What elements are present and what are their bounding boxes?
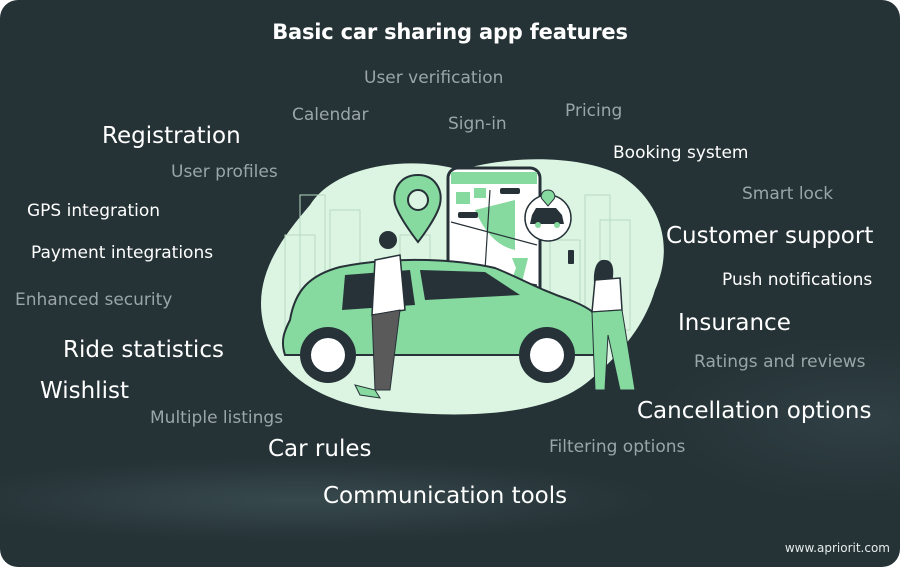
feature-cancellation-options: Cancellation options	[637, 398, 872, 424]
feature-wishlist: Wishlist	[40, 378, 129, 404]
car-sharing-illustration	[261, 159, 664, 415]
feature-smart-lock: Smart lock	[742, 184, 834, 204]
website-link[interactable]: www.apriorit.com	[785, 541, 890, 555]
feature-ratings-and-reviews: Ratings and reviews	[694, 352, 866, 372]
infographic-title: Basic car sharing app features	[272, 20, 628, 44]
feature-calendar: Calendar	[292, 105, 369, 125]
feature-gps-integration: GPS integration	[27, 201, 161, 221]
feature-registration: Registration	[102, 123, 241, 149]
infographic-card: Basic car sharing app features User veri…	[0, 0, 900, 567]
feature-multiple-listings: Multiple listings	[150, 408, 284, 428]
feature-user-verification: User verification	[364, 68, 504, 88]
feature-customer-support: Customer support	[666, 223, 874, 249]
feature-ride-statistics: Ride statistics	[63, 337, 224, 363]
feature-car-rules: Car rules	[268, 436, 372, 462]
feature-push-notifications: Push notifications	[722, 270, 873, 290]
feature-enhanced-security: Enhanced security	[15, 290, 173, 310]
feature-pricing: Pricing	[565, 101, 623, 121]
feature-payment-integrations: Payment integrations	[31, 243, 214, 263]
feature-filtering-options: Filtering options	[549, 437, 686, 457]
feature-insurance: Insurance	[678, 310, 791, 336]
feature-communication-tools: Communication tools	[323, 483, 568, 509]
feature-user-profiles: User profiles	[171, 162, 278, 182]
feature-sign-in: Sign-in	[448, 114, 507, 134]
feature-booking-system: Booking system	[613, 143, 749, 163]
